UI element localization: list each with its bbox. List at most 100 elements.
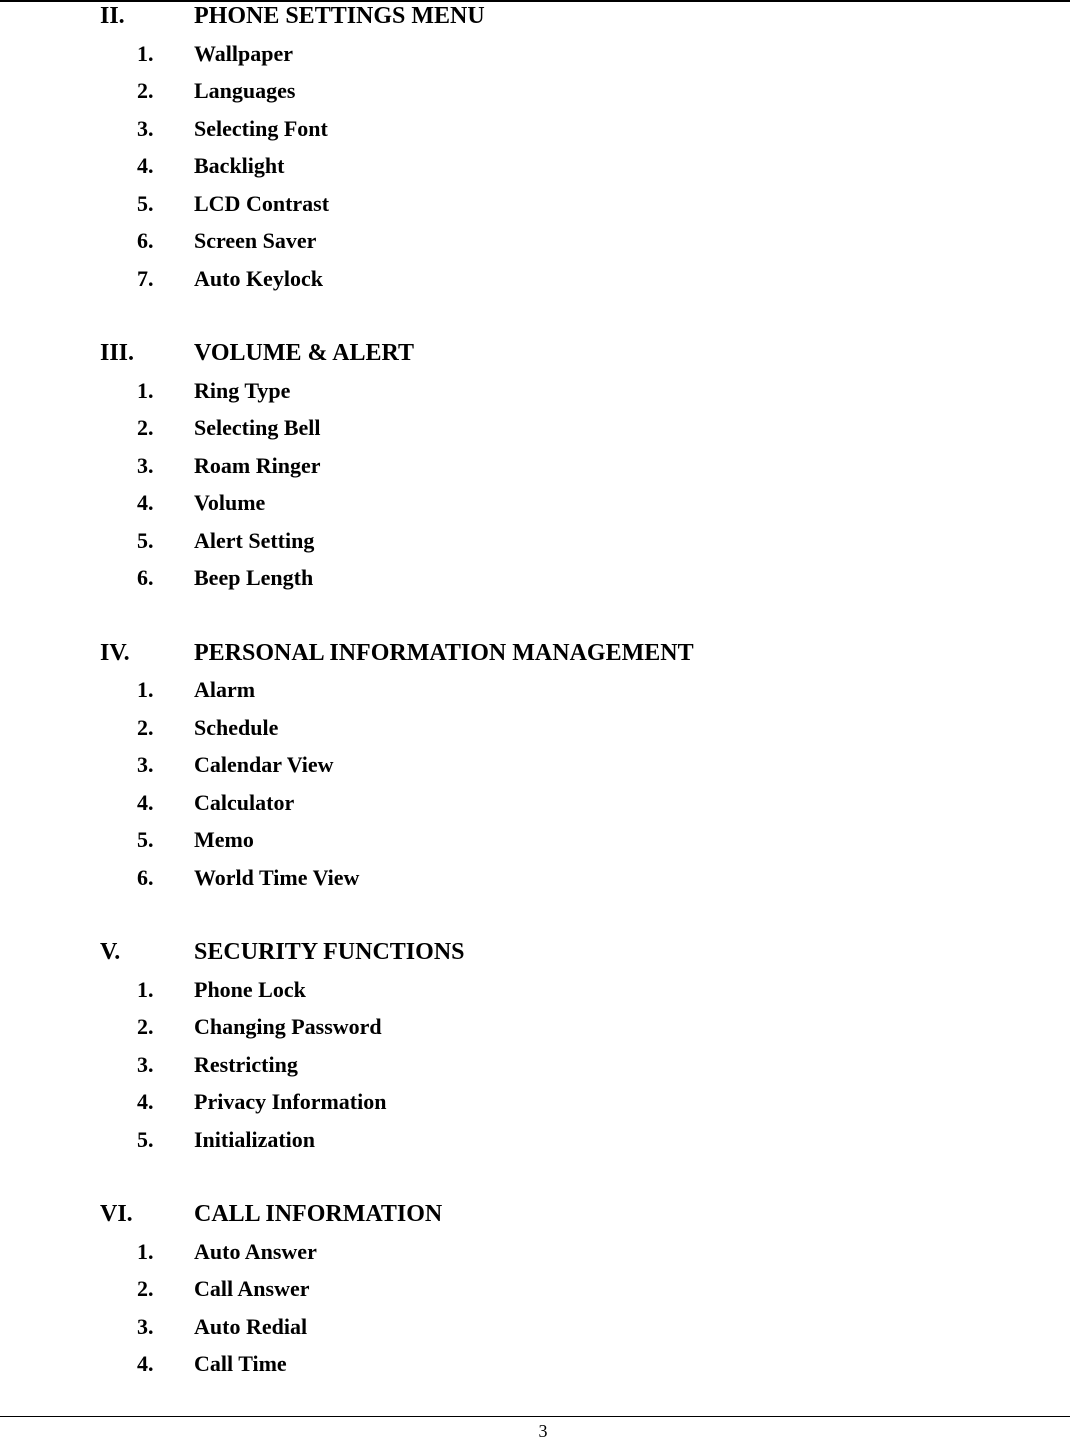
list-item: 2. Changing Password <box>0 1011 1070 1049</box>
list-item: 3. Selecting Font <box>0 113 1070 151</box>
section-personal-information-management: IV. PERSONAL INFORMATION MANAGEMENT 1. Al… <box>0 637 1070 900</box>
list-item: 4. Volume <box>0 487 1070 525</box>
item-number: 5. <box>137 1126 154 1152</box>
item-label: Calendar View <box>194 752 334 777</box>
item-number: 2. <box>137 714 154 740</box>
item-label: Changing Password <box>194 1014 382 1039</box>
item-number: 2. <box>137 78 154 103</box>
item-number: 1. <box>137 40 154 66</box>
footer-rule <box>0 1416 1070 1417</box>
item-label: Call Answer <box>194 1276 310 1301</box>
list-item: 3. Auto Redial <box>0 1311 1070 1349</box>
list-item: 2. Call Answer <box>0 1273 1070 1311</box>
item-number: 2. <box>137 1276 154 1301</box>
item-label: Selecting Font <box>194 115 328 141</box>
list-item: 1. Wallpaper <box>0 38 1070 76</box>
section-call-information: VI. CALL INFORMATION 1. Auto Answer 2. Cal… <box>0 1198 1070 1386</box>
item-label: Auto Redial <box>194 1313 308 1339</box>
list-item: 3. Restricting <box>0 1049 1070 1087</box>
list-item: 2. Schedule <box>0 712 1070 750</box>
section-title: PHONE SETTINGS MENU <box>194 3 485 29</box>
item-label: Privacy Information <box>194 1089 387 1114</box>
section-heading: V. SECURITY FUNCTIONS <box>0 936 1070 974</box>
section-heading: IV. PERSONAL INFORMATION MANAGEMENT <box>0 637 1070 675</box>
list-item: 4. Calculator <box>0 787 1070 825</box>
item-label: Alarm <box>194 677 256 702</box>
item-number: 3. <box>137 1313 154 1339</box>
list-item: 4. Call Time <box>0 1348 1070 1386</box>
item-label: Alert Setting <box>194 527 315 553</box>
list-item: 5. LCD Contrast <box>0 188 1070 226</box>
section-title: CALL INFORMATION <box>194 1201 443 1227</box>
list-item: 5. Initialization <box>0 1124 1070 1162</box>
item-number: 4. <box>137 1089 154 1114</box>
item-number: 4. <box>137 490 154 515</box>
section-volume-alert: III. VOLUME & ALERT 1. Ring Type 2. Select… <box>0 337 1070 600</box>
item-number: 2. <box>137 415 154 440</box>
item-number: 3. <box>137 1051 154 1077</box>
item-label: World Time View <box>194 864 360 890</box>
section-heading: II. PHONE SETTINGS MENU <box>0 0 1070 38</box>
item-label: Auto Keylock <box>194 265 323 291</box>
item-number: 1. <box>137 1238 154 1264</box>
list-item: 6. Beep Length <box>0 562 1070 600</box>
section-heading: VI. CALL INFORMATION <box>0 1198 1070 1236</box>
item-number: 3. <box>137 752 154 777</box>
list-item: 1. Alarm <box>0 674 1070 712</box>
section-numeral: V. <box>100 939 121 965</box>
list-item: 3. Roam Ringer <box>0 450 1070 488</box>
item-number: 6. <box>137 565 154 590</box>
item-label: Languages <box>194 78 296 103</box>
section-title: PERSONAL INFORMATION MANAGEMENT <box>194 639 694 666</box>
item-number: 1. <box>137 976 154 1002</box>
item-label: Screen Saver <box>194 228 317 253</box>
list-item: 1. Phone Lock <box>0 974 1070 1012</box>
list-item: 5. Alert Setting <box>0 525 1070 563</box>
item-label: Roam Ringer <box>194 452 321 478</box>
item-number: 5. <box>137 190 154 216</box>
item-label: Initialization <box>194 1126 316 1152</box>
item-number: 6. <box>137 864 154 890</box>
item-label: Memo <box>194 827 254 852</box>
item-label: Ring Type <box>194 377 291 403</box>
table-of-contents: II. PHONE SETTINGS MENU 1. Wallpaper 2. La… <box>0 0 1070 1386</box>
item-label: Auto Answer <box>194 1238 317 1264</box>
item-label: Calculator <box>194 789 295 815</box>
section-heading: III. VOLUME & ALERT <box>0 337 1070 375</box>
item-label: Volume <box>194 490 266 515</box>
item-label: Selecting Bell <box>194 415 321 440</box>
item-number: 4. <box>137 153 154 178</box>
item-label: Backlight <box>194 153 285 178</box>
section-numeral: II. <box>100 3 125 29</box>
item-number: 5. <box>137 527 154 553</box>
section-numeral: IV. <box>100 639 130 666</box>
item-number: 5. <box>137 827 154 852</box>
item-label: Restricting <box>194 1051 298 1077</box>
item-number: 4. <box>137 789 154 815</box>
list-item: 2. Selecting Bell <box>0 412 1070 450</box>
item-number: 4. <box>137 1351 154 1376</box>
list-item: 4. Privacy Information <box>0 1086 1070 1124</box>
item-number: 7. <box>137 265 154 291</box>
section-title: SECURITY FUNCTIONS <box>194 939 465 965</box>
list-item: 1. Auto Answer <box>0 1236 1070 1274</box>
list-item: 3. Calendar View <box>0 749 1070 787</box>
list-item: 2. Languages <box>0 75 1070 113</box>
item-label: Wallpaper <box>194 40 294 66</box>
section-phone-settings: II. PHONE SETTINGS MENU 1. Wallpaper 2. La… <box>0 0 1070 300</box>
list-item: 6. World Time View <box>0 862 1070 900</box>
item-number: 2. <box>137 1014 154 1039</box>
item-number: 3. <box>137 452 154 478</box>
section-numeral: III. <box>100 340 135 366</box>
item-label: Beep Length <box>194 565 314 590</box>
item-number: 1. <box>137 377 154 403</box>
item-label: Schedule <box>194 714 279 740</box>
item-number: 3. <box>137 115 154 141</box>
list-item: 4. Backlight <box>0 150 1070 188</box>
item-number: 6. <box>137 228 154 253</box>
section-security-functions: V. SECURITY FUNCTIONS 1. Phone Lock 2. Cha… <box>0 936 1070 1161</box>
